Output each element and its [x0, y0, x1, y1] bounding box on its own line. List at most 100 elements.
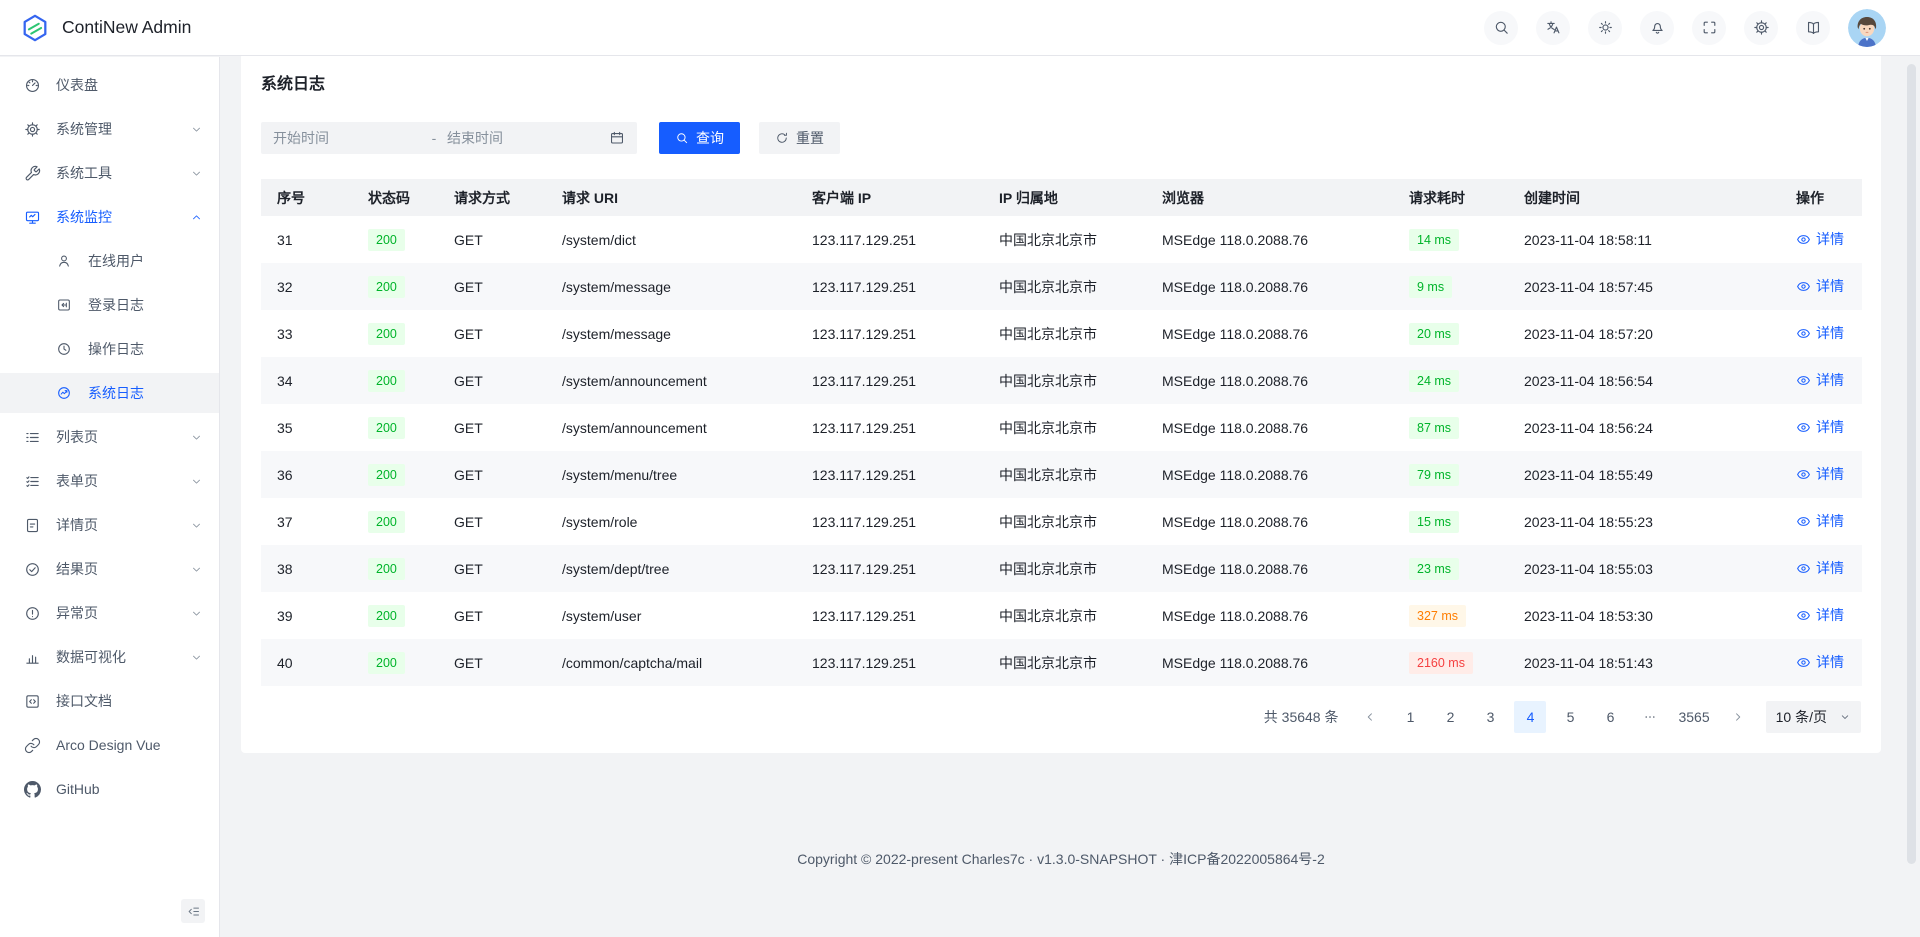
locale-switch-button[interactable] [1536, 11, 1570, 45]
cell-elapsed: 87 ms [1393, 404, 1508, 451]
eye-icon [1796, 420, 1811, 435]
search-button[interactable]: 查询 [659, 122, 740, 154]
cell-action: 详情 [1780, 545, 1862, 592]
pagination-page-button[interactable]: 1 [1394, 701, 1426, 733]
detail-link[interactable]: 详情 [1796, 276, 1844, 296]
cell-uri: /system/message [546, 310, 796, 357]
sidebar-collapse-button[interactable] [181, 899, 205, 923]
detail-link[interactable]: 详情 [1796, 652, 1844, 672]
detail-link[interactable]: 详情 [1796, 464, 1844, 484]
table-row: 37200GET/system/role123.117.129.251中国北京北… [261, 498, 1862, 545]
pagination-ellipsis[interactable] [1634, 701, 1666, 733]
book-icon [1805, 19, 1822, 36]
sidebar-item-label: 系统管理 [56, 119, 112, 139]
start-time-placeholder: 开始时间 [273, 128, 421, 148]
pagination-page-button[interactable]: 4 [1514, 701, 1546, 733]
status-badge: 200 [368, 652, 405, 674]
search-button[interactable] [1484, 11, 1518, 45]
cell-method: GET [438, 451, 546, 498]
detail-link[interactable]: 详情 [1796, 558, 1844, 578]
pagination-page-button[interactable]: 3565 [1674, 701, 1713, 733]
eye-icon [1796, 655, 1811, 670]
cell-created: 2023-11-04 18:53:30 [1508, 592, 1780, 639]
sidebar-item-system-management[interactable]: 系统管理 [0, 109, 219, 149]
detail-link[interactable]: 详情 [1796, 229, 1844, 249]
docs-button[interactable] [1796, 11, 1830, 45]
cell-action: 详情 [1780, 498, 1862, 545]
elapsed-badge: 15 ms [1409, 511, 1459, 533]
sidebar-item-online-users[interactable]: 在线用户 [0, 241, 219, 281]
column-header: 操作 [1780, 179, 1862, 216]
cell-browser: MSEdge 118.0.2088.76 [1146, 545, 1393, 592]
pagination-next-button[interactable] [1722, 701, 1754, 733]
page-size-select[interactable]: 10 条/页 [1766, 701, 1861, 733]
cell-client-ip: 123.117.129.251 [796, 310, 983, 357]
status-badge: 200 [368, 511, 405, 533]
cell-method: GET [438, 545, 546, 592]
pagination: 共 35648 条 123456 3565 10 条/页 [261, 701, 1861, 733]
pagination-page-button[interactable]: 6 [1594, 701, 1626, 733]
cell-no: 31 [261, 216, 352, 263]
column-header: 客户端 IP [796, 179, 983, 216]
user-avatar[interactable] [1848, 9, 1886, 47]
scrollbar-thumb[interactable] [1907, 64, 1916, 864]
cell-no: 40 [261, 639, 352, 686]
log-table: 序号状态码请求方式请求 URI客户端 IPIP 归属地浏览器请求耗时创建时间操作… [261, 179, 1862, 686]
column-header: 创建时间 [1508, 179, 1780, 216]
github-icon [24, 781, 41, 798]
notifications-button[interactable] [1640, 11, 1674, 45]
sidebar-item-exception-page[interactable]: 异常页 [0, 593, 219, 633]
result-icon [24, 561, 41, 578]
chevron-down-icon [190, 563, 203, 576]
cell-browser: MSEdge 118.0.2088.76 [1146, 263, 1393, 310]
cell-uri: /system/announcement [546, 404, 796, 451]
sidebar-item-api-docs[interactable]: 接口文档 [0, 681, 219, 721]
sidebar-item-label: 在线用户 [88, 251, 144, 271]
sidebar-item-label: 登录日志 [88, 295, 144, 315]
sidebar-item-system-tools[interactable]: 系统工具 [0, 153, 219, 193]
cell-elapsed: 20 ms [1393, 310, 1508, 357]
sidebar-item-login-log[interactable]: 登录日志 [0, 285, 219, 325]
sidebar-item-label: 数据可视化 [56, 647, 126, 667]
cell-method: GET [438, 357, 546, 404]
sidebar-item-label: 表单页 [56, 471, 98, 491]
fullscreen-button[interactable] [1692, 11, 1726, 45]
status-badge: 200 [368, 464, 405, 486]
sidebar-item-label: 结果页 [56, 559, 98, 579]
detail-link[interactable]: 详情 [1796, 605, 1844, 625]
pagination-prev-button[interactable] [1354, 701, 1386, 733]
sidebar-item-detail-page[interactable]: 详情页 [0, 505, 219, 545]
sidebar-item-form-page[interactable]: 表单页 [0, 461, 219, 501]
sidebar-item-list-page[interactable]: 列表页 [0, 417, 219, 457]
cell-action: 详情 [1780, 639, 1862, 686]
cell-action: 详情 [1780, 451, 1862, 498]
detail-link-label: 详情 [1816, 417, 1844, 437]
settings-button[interactable] [1744, 11, 1778, 45]
sidebar-item-data-visualization[interactable]: 数据可视化 [0, 637, 219, 677]
detail-link[interactable]: 详情 [1796, 417, 1844, 437]
theme-switch-button[interactable] [1588, 11, 1622, 45]
sidebar-item-label: GitHub [56, 781, 100, 797]
sidebar-item-operation-log[interactable]: 操作日志 [0, 329, 219, 369]
date-range-picker[interactable]: 开始时间 - 结束时间 [261, 122, 637, 154]
sidebar-item-arco-design-vue[interactable]: Arco Design Vue [0, 725, 219, 765]
pagination-page-button[interactable]: 3 [1474, 701, 1506, 733]
sidebar-item-result-page[interactable]: 结果页 [0, 549, 219, 589]
pagination-total: 共 35648 条 [1264, 707, 1339, 727]
app-title: ContiNew Admin [62, 17, 191, 38]
table-row: 38200GET/system/dept/tree123.117.129.251… [261, 545, 1862, 592]
chevron-down-icon [190, 607, 203, 620]
elapsed-badge: 23 ms [1409, 558, 1459, 580]
sidebar-item-system-log[interactable]: 系统日志 [0, 373, 219, 413]
pagination-page-button[interactable]: 2 [1434, 701, 1466, 733]
pagination-page-button[interactable]: 5 [1554, 701, 1586, 733]
reset-button[interactable]: 重置 [759, 122, 840, 154]
detail-link[interactable]: 详情 [1796, 511, 1844, 531]
detail-link[interactable]: 详情 [1796, 323, 1844, 343]
table-header-row: 序号状态码请求方式请求 URI客户端 IPIP 归属地浏览器请求耗时创建时间操作 [261, 179, 1862, 216]
detail-link[interactable]: 详情 [1796, 370, 1844, 390]
sidebar-item-dashboard[interactable]: 仪表盘 [0, 65, 219, 105]
column-header: 请求 URI [546, 179, 796, 216]
sidebar-item-system-monitor[interactable]: 系统监控 [0, 197, 219, 237]
sidebar-item-github[interactable]: GitHub [0, 769, 219, 809]
